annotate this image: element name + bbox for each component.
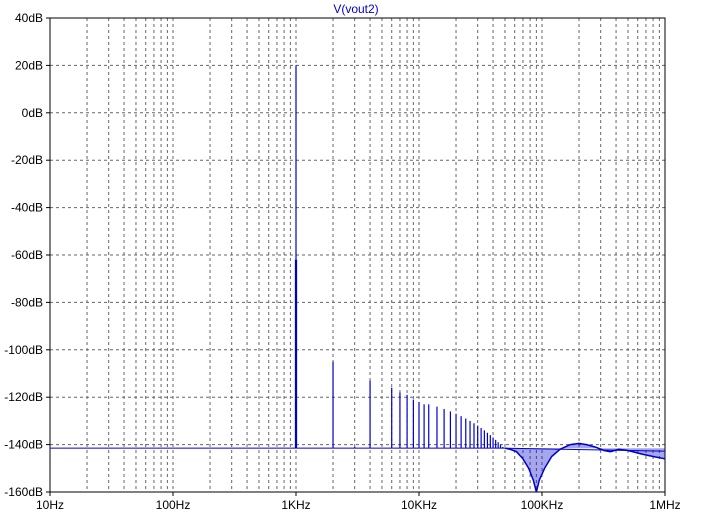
chart-title: V(vout2) — [333, 2, 378, 16]
y-tick-label: -140dB — [4, 438, 43, 452]
x-tick-label: 10KHz — [401, 498, 437, 512]
y-tick-label: 0dB — [22, 106, 43, 120]
x-tick-label: 10Hz — [36, 498, 64, 512]
y-tick-label: -100dB — [4, 343, 43, 357]
x-tick-label: 1MHz — [649, 498, 680, 512]
y-tick-label: -20dB — [11, 153, 43, 167]
y-tick-label: 40dB — [15, 11, 43, 25]
x-tick-label: 100Hz — [156, 498, 191, 512]
y-tick-label: -120dB — [4, 390, 43, 404]
chart-svg: V(vout2) 10Hz 100Hz 1KHz 10KHz 100KHz 1MHz 40… — [0, 0, 723, 518]
y-tick-label: -160dB — [4, 485, 43, 499]
x-tick-label: 100KHz — [521, 498, 564, 512]
y-tick-label: -40dB — [11, 201, 43, 215]
x-tick-label: 1KHz — [281, 498, 310, 512]
y-tick-label: -80dB — [11, 295, 43, 309]
y-tick-label: 20dB — [15, 58, 43, 72]
y-tick-label: -60dB — [11, 248, 43, 262]
chart-container: V(vout2) 10Hz 100Hz 1KHz 10KHz 100KHz 1MHz 40… — [0, 0, 723, 518]
